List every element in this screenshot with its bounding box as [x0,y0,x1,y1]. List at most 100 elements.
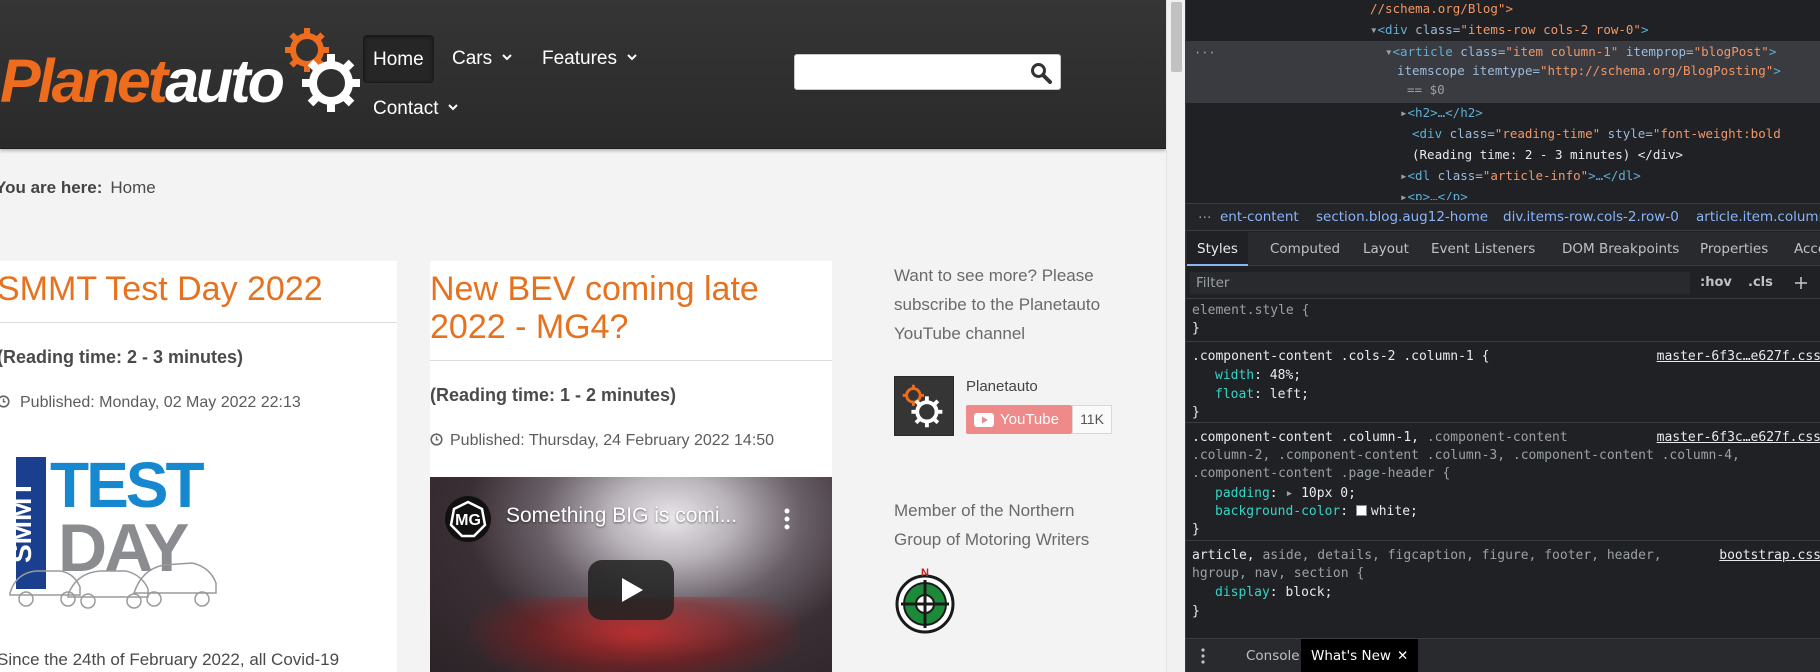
search-icon[interactable] [1030,62,1052,84]
tree-node-selected[interactable]: ▾<article class="item column-1" itemprop… [1385,43,1776,61]
subscriber-count: 11K [1072,405,1112,434]
divider [0,322,397,323]
styles-filter-input[interactable] [1190,272,1690,294]
tab-styles[interactable]: Styles [1187,232,1248,266]
expand-triangle-icon[interactable]: ▾ [1385,44,1393,59]
planetauto-avatar[interactable] [894,376,954,436]
tree-node-continuation: itemscope itemtype="http://schema.org/Bl… [1397,63,1781,78]
tree-node[interactable]: <div class="reading-time" style="font-we… [1412,125,1781,143]
drawer-tabbar: Console What's New ✕ [1186,638,1820,672]
chevron-down-icon [627,54,637,61]
crumb-item[interactable]: section.blog.aug12-home [1316,204,1488,230]
tab-computed[interactable]: Computed [1260,232,1350,266]
article-title[interactable]: New BEV coming late 2022 - MG4? [430,261,832,360]
tree-text-node[interactable]: (Reading time: 2 - 3 minutes) </div> [1412,146,1683,164]
youtube-video-embed[interactable]: MG Something BIG is comi... [430,477,832,672]
youtube-subscribe-button[interactable]: YouTube [966,405,1072,434]
nav-features[interactable]: Features [532,35,647,83]
nav-cars[interactable]: Cars [442,35,522,83]
crumb-item[interactable]: div.items-row.cols-2.row-0 [1503,204,1679,230]
css-rule: article, aside, details, figcaption, fig… [1186,542,1820,632]
published-date: Published: Monday, 02 May 2022 22:13 [0,394,397,412]
youtube-channel-name[interactable]: Planetauto [966,378,1038,395]
crumb-item-selected[interactable]: article.item.column-1 [1696,204,1820,230]
close-icon[interactable]: ✕ [1397,639,1408,672]
crumb-ellipsis[interactable]: … [1198,204,1212,228]
site-logo[interactable]: Planetauto [0,28,370,118]
tab-event-listeners[interactable]: Event Listeners [1421,232,1545,266]
rule-source-link[interactable]: master-6f3c…e627f.css [1657,429,1820,448]
css-declaration[interactable]: padding: ▸ 10px 0; [1215,485,1356,504]
css-rule: .component-content .cols-2 .column-1 { m… [1186,343,1820,423]
play-button-icon[interactable] [588,560,674,620]
published-text: Published: Thursday, 24 February 2022 14… [450,432,775,449]
css-declaration[interactable]: float: left; [1215,386,1309,405]
published-text: Published: Monday, 02 May 2022 22:13 [20,394,301,411]
breadcrumb: You are here: Home [0,178,156,198]
rule-selector[interactable]: article, aside, details, figcaption, fig… [1192,547,1662,566]
tree-node[interactable]: ▸<h2>…</h2> [1400,104,1483,122]
rule-selector[interactable]: element.style { [1192,302,1309,321]
nav-contact[interactable]: Contact [363,85,468,133]
day-text: DAY [58,510,189,586]
chevron-down-icon [502,54,512,61]
expand-triangle-icon[interactable]: ▾ [1370,22,1378,37]
tab-properties[interactable]: Properties [1690,232,1778,266]
tree-node[interactable]: //schema.org/Blog"> [1370,0,1513,18]
smmt-test-day-image[interactable]: SMMT TEST DAY [2,443,238,613]
breadcrumb-current: Home [110,178,156,197]
hov-toggle[interactable]: :hov [1700,275,1732,290]
elements-tree: ··· //schema.org/Blog"> ▾<div class="ite… [1186,0,1820,200]
rule-source-link[interactable]: master-6f3c…e627f.css [1657,348,1820,367]
chevron-down-icon [448,104,459,111]
tab-dom-breakpoints[interactable]: DOM Breakpoints [1552,232,1689,266]
expand-triangle-icon[interactable]: ▸ [1285,486,1301,501]
rule-selector[interactable]: .component-content .cols-2 .column-1 { [1192,348,1489,367]
tab-accessibility[interactable]: Accessibility [1784,232,1820,266]
styles-subtabs: Styles Computed Layout Event Listeners D… [1186,232,1820,266]
video-title[interactable]: Something BIG is comi... [506,504,737,528]
more-vertical-icon[interactable] [1200,646,1206,666]
article-excerpt: Since the 24th of February 2022, all Cov… [0,650,340,669]
drawer-tab-console[interactable]: Console [1236,639,1310,672]
smmt-vertical-text: SMMT [6,481,37,563]
mg-channel-icon[interactable]: MG [444,495,492,543]
styles-filter-bar: :hov .cls [1186,267,1820,299]
expand-triangle-icon[interactable]: ▸ [1400,105,1408,120]
gears-logo-icon [285,28,360,112]
color-swatch[interactable] [1355,505,1367,516]
cls-toggle[interactable]: .cls [1748,275,1773,290]
plus-icon[interactable] [1793,275,1809,291]
search-input[interactable] [799,59,1019,85]
drawer-tab-whats-new[interactable]: What's New ✕ [1301,639,1419,672]
rule-selector-cont: hgroup, nav, section { [1192,566,1365,581]
nogmw-badge-icon[interactable]: N [894,566,956,634]
tab-layout[interactable]: Layout [1353,232,1419,266]
rule-selector-cont: .component-content .page-header { [1192,466,1451,481]
styles-pane: element.style { } .component-content .co… [1186,300,1820,632]
rule-close: } [1192,321,1200,336]
rule-close: } [1192,604,1200,619]
rule-close: } [1192,522,1200,537]
devtools-panel: ··· //schema.org/Blog"> ▾<div class="ite… [1185,0,1820,672]
tree-node[interactable]: ▸<dl class="article-info">…</dl> [1400,167,1641,185]
expand-triangle-icon[interactable]: ▸ [1400,168,1408,183]
tree-node[interactable]: ▾<div class="items-row cols-2 row-0"> [1370,21,1648,39]
css-declaration[interactable]: display: block; [1215,584,1332,603]
rule-selector[interactable]: .component-content .column-1, .component… [1192,429,1568,448]
expand-triangle-icon[interactable]: ▸ [1400,189,1408,200]
article-title[interactable]: SMMT Test Day 2022 [0,261,397,322]
rule-source-link[interactable]: bootstrap.css [1719,547,1820,566]
tree-node[interactable]: ▸<p>…</p> [1400,188,1468,200]
nav-home[interactable]: Home [363,35,434,83]
page-scrollbar-thumb[interactable] [1171,2,1182,72]
logo-wordmark: Planetauto [0,47,285,115]
node-actions-ellipsis[interactable]: ··· [1194,44,1216,62]
css-declaration[interactable]: width: 48%; [1215,367,1301,386]
page-scrollbar[interactable] [1166,0,1185,672]
css-declaration[interactable]: background-color: white; [1215,503,1418,522]
clock-icon [430,433,443,446]
crumb-item[interactable]: ent-content [1220,204,1299,230]
more-vertical-icon[interactable] [782,506,792,532]
clock-icon [0,395,10,408]
